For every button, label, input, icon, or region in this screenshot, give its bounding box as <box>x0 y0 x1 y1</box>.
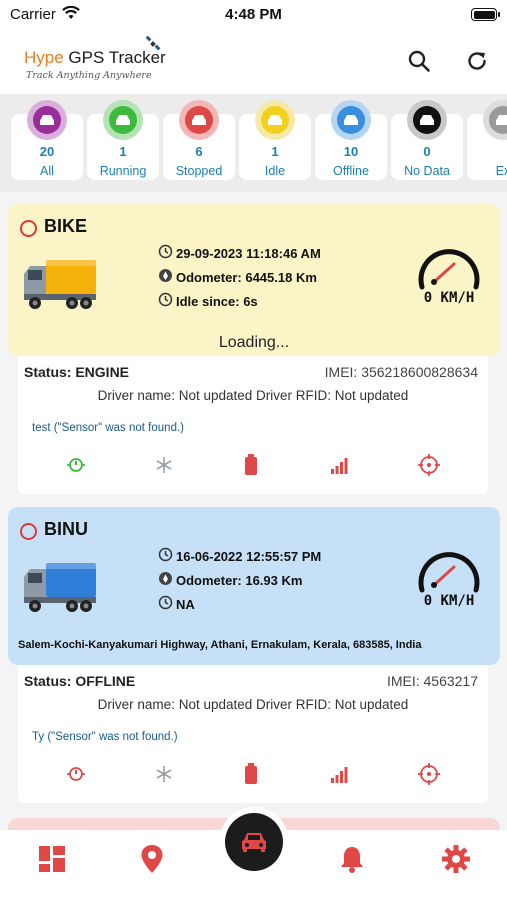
car-icon <box>337 106 365 134</box>
refresh-icon <box>468 52 486 70</box>
truck-icon <box>20 559 98 620</box>
filter-expired[interactable]: Ex <box>467 100 507 180</box>
filter-label: Offline <box>333 164 369 178</box>
nav-vehicles[interactable] <box>225 813 283 871</box>
status-filter-bar: 20 All 1 Running 6 Stopped 1 Idle 10 Off… <box>0 94 507 192</box>
vehicle-action-icons <box>18 761 488 787</box>
filter-count: 0 <box>423 144 431 159</box>
filter-label: Ex <box>495 164 507 178</box>
truck-icon <box>20 256 98 317</box>
battery-icon <box>471 8 500 21</box>
car-icon <box>261 106 289 134</box>
driver-info: Driver name: Not updated Driver RFID: No… <box>97 697 409 712</box>
signal-icon[interactable] <box>327 452 353 478</box>
filter-count: 20 <box>39 144 55 159</box>
odometer: Odometer: 6445.18 Km <box>158 268 317 286</box>
filter-no-data[interactable]: 0 No Data <box>391 100 463 180</box>
search-button[interactable] <box>404 46 434 76</box>
snowflake-icon[interactable] <box>151 452 177 478</box>
clock-icon <box>158 292 173 310</box>
ignition-icon[interactable] <box>63 452 89 478</box>
vehicle-card[interactable]: BIKE 29-09-2023 11:18:46 AM Odometer: 64… <box>8 204 500 356</box>
filter-count: 1 <box>271 144 279 159</box>
vehicle-status: Status: ENGINE <box>24 364 130 380</box>
nav-map[interactable] <box>135 842 169 876</box>
vehicle-status: Status: OFFLINE <box>24 673 136 689</box>
vehicle-address: Salem-Kochi-Kanyakumari Highway, Athani,… <box>18 639 422 651</box>
search-icon <box>408 50 430 72</box>
satellite-icon <box>145 36 161 51</box>
filter-label: Idle <box>264 164 286 178</box>
filter-offline[interactable]: 10 Offline <box>315 100 387 180</box>
filter-idle[interactable]: 1 Idle <box>239 100 311 180</box>
app-logo-tagline: Track Anything Anywhere <box>26 70 152 81</box>
vehicle-name: BINU <box>44 519 88 539</box>
battery-icon[interactable] <box>238 761 264 787</box>
filter-label: No Data <box>404 164 450 178</box>
last-update: 29-09-2023 11:18:46 AM <box>158 244 321 262</box>
car-icon <box>413 106 441 134</box>
bell-icon <box>341 847 363 873</box>
last-update: 16-06-2022 12:55:57 PM <box>158 547 321 565</box>
speed-value: 0 KM/H <box>423 593 475 609</box>
snowflake-icon[interactable] <box>151 761 177 787</box>
speedometer: 0 KM/H <box>414 242 484 312</box>
odometer-icon <box>158 571 173 589</box>
filter-running[interactable]: 1 Running <box>87 100 159 180</box>
car-icon <box>185 106 213 134</box>
vehicle-details: Status: OFFLINE IMEI: 4563217 Driver nam… <box>18 665 488 803</box>
app-header: Hype GPS Tracker Track Anything Anywhere <box>0 30 507 94</box>
clock-icon <box>158 547 173 565</box>
filter-stopped[interactable]: 6 Stopped <box>163 100 235 180</box>
sensor-note: test ("Sensor" was not found.) <box>32 422 184 434</box>
nav-settings[interactable] <box>439 842 473 876</box>
filter-label: Running <box>99 164 147 178</box>
status-indicator-icon <box>20 523 37 540</box>
gear-icon <box>442 845 470 873</box>
ignition-icon[interactable] <box>63 761 89 787</box>
vehicle-imei: IMEI: 356218600828634 <box>324 364 478 380</box>
car-icon <box>489 106 507 134</box>
speed-value: 0 KM/H <box>423 290 475 306</box>
odometer-icon <box>158 268 173 286</box>
vehicle-imei: IMEI: 4563217 <box>386 673 478 689</box>
vehicle-card[interactable]: BINU 16-06-2022 12:55:57 PM Odometer: 16… <box>8 507 500 665</box>
clock: 4:48 PM <box>225 6 282 23</box>
clock-icon <box>158 244 173 262</box>
status-bar: Carrier 4:48 PM <box>0 0 507 30</box>
filter-label: All <box>40 164 54 178</box>
loading-text: Loading... <box>218 334 290 351</box>
refresh-button[interactable] <box>462 46 492 76</box>
crosshair-icon[interactable] <box>416 761 442 787</box>
nav-dashboard[interactable] <box>35 842 69 876</box>
filter-count: 6 <box>195 144 203 159</box>
filter-label: Stopped <box>175 164 223 178</box>
sensor-note: Ty ("Sensor" was not found.) <box>32 731 178 743</box>
odometer: Odometer: 16.93 Km <box>158 571 302 589</box>
car-icon <box>109 106 137 134</box>
vehicle-action-icons <box>18 452 488 478</box>
vehicle-icon <box>242 833 266 852</box>
nav-notifications[interactable] <box>335 842 369 876</box>
filter-count: 1 <box>119 144 127 159</box>
filter-all[interactable]: 20 All <box>11 100 83 180</box>
crosshair-icon[interactable] <box>416 452 442 478</box>
vehicle-details: Status: ENGINE IMEI: 356218600828634 Dri… <box>18 356 488 494</box>
clock-icon <box>158 595 173 613</box>
vehicle-name: BIKE <box>44 216 88 236</box>
driver-info: Driver name: Not updated Driver RFID: No… <box>97 388 409 403</box>
idle-since: Idle since: 6s <box>158 292 258 310</box>
battery-icon[interactable] <box>238 452 264 478</box>
speedometer: 0 KM/H <box>414 545 484 615</box>
status-indicator-icon <box>20 220 37 237</box>
dashboard-icon <box>39 846 65 872</box>
idle-since: NA <box>158 595 195 613</box>
filter-count: 10 <box>343 144 359 159</box>
signal-icon[interactable] <box>327 761 353 787</box>
location-pin-icon <box>141 845 163 873</box>
car-icon <box>33 106 61 134</box>
